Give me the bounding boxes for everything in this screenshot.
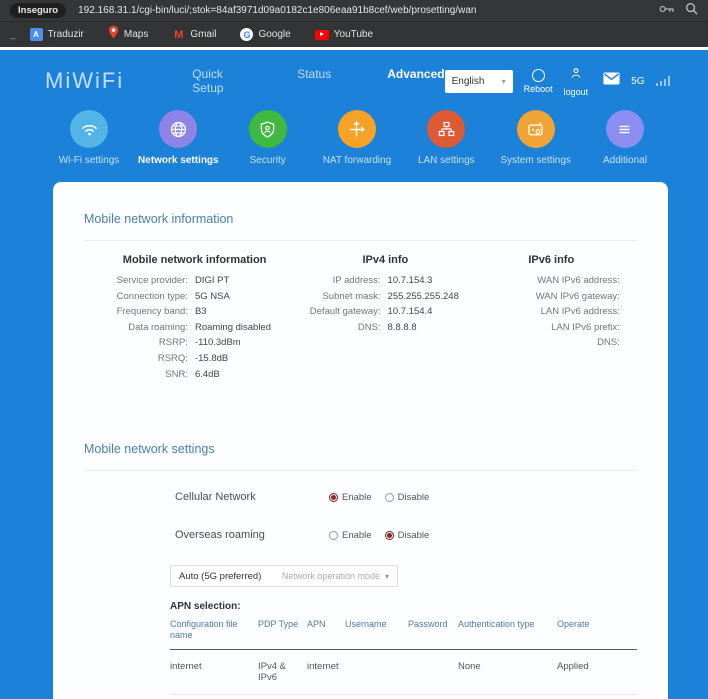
apn-table: Configuration file name PDP Type APN Use… <box>170 612 637 695</box>
info-row: WAN IPv6 address: <box>537 275 620 286</box>
gmail-icon: M <box>174 28 184 41</box>
info-row: SNR: 6.4dB <box>165 368 220 380</box>
tab-lan-settings[interactable]: LAN settings <box>405 110 487 166</box>
url-bar[interactable]: Inseguro 192.168.31.1/cgi-bin/luci/;stok… <box>0 0 708 21</box>
youtube-icon <box>314 29 329 40</box>
chevron-down-icon: ▾ <box>384 571 389 581</box>
bookmark-youtube[interactable]: YouTube <box>314 29 373 40</box>
network-type-badge: 5G <box>631 75 645 87</box>
divider <box>84 240 637 241</box>
roaming-enable-radio[interactable] <box>329 530 338 540</box>
info-row: DNS: <box>597 337 620 349</box>
translate-icon: A <box>29 28 43 41</box>
ipv6-info-column: IPv6 info WAN IPv6 address: WAN IPv6 gat… <box>466 254 637 382</box>
globe-icon <box>159 110 198 148</box>
info-row: WAN IPv6 gateway: <box>535 290 620 302</box>
cellular-enable-radio[interactable] <box>329 492 338 502</box>
network-mode-select[interactable]: Auto (5G preferred) Network operation mo… <box>170 565 398 588</box>
chevron-down-icon: ▾ <box>501 76 506 86</box>
bookmark-gmail[interactable]: M Gmail <box>172 28 216 41</box>
info-row: IP address: 10.7.154.3 <box>332 275 433 286</box>
info-row: Data roaming: Roaming disabled <box>128 321 271 333</box>
tab-security[interactable]: Security <box>227 110 309 166</box>
router-gear-icon <box>516 110 555 148</box>
language-select[interactable]: English ▾ <box>444 69 513 93</box>
miwifi-logo: MiWiFi <box>45 68 125 93</box>
overseas-roaming-row: Overseas roaming Enable Disable <box>175 529 430 542</box>
tab-nat-forwarding[interactable]: NAT forwarding <box>316 110 398 166</box>
zoom-search-icon[interactable] <box>685 2 698 20</box>
info-row: Frequency band: B3 <box>116 306 207 318</box>
bookmark-google[interactable]: G Google <box>240 28 291 41</box>
cellular-network-row: Cellular Network Enable Disable <box>175 491 430 504</box>
router-admin-page: MiWiFi Quick Setup Status Advanced Engli… <box>0 47 708 699</box>
overseas-roaming-label: Overseas roaming <box>175 529 265 542</box>
tab-wifi-settings[interactable]: Wi-Fi settings <box>48 110 130 166</box>
bookmark-maps[interactable]: Maps <box>108 25 148 44</box>
reboot-button[interactable]: Reboot <box>524 68 553 94</box>
bookmarks-bar: _ A Traduzir Maps M Gmail G Google YouTu… <box>0 21 708 47</box>
mail-icon[interactable] <box>603 72 620 90</box>
apn-table-header: Configuration file name PDP Type APN Use… <box>170 612 637 650</box>
divider <box>84 470 637 472</box>
lan-tree-icon <box>427 110 466 148</box>
wifi-icon <box>70 110 108 148</box>
info-row: LAN IPv6 prefix: <box>551 321 620 333</box>
map-pin-icon <box>108 25 119 44</box>
signal-strength-icon <box>655 76 670 86</box>
mobile-info-column: Mobile network information Service provi… <box>84 254 305 382</box>
logout-button[interactable]: logout <box>564 66 588 97</box>
site-header: MiWiFi Quick Setup Status Advanced Engli… <box>0 50 708 100</box>
password-key-icon[interactable] <box>659 2 675 20</box>
info-row: LAN IPv6 address: <box>540 306 620 318</box>
roaming-disable-radio[interactable] <box>384 530 394 540</box>
settings-icon-nav: Wi-Fi settings Network settings Security… <box>0 100 708 182</box>
nav-status[interactable]: Status <box>297 67 331 95</box>
cellular-disable-radio[interactable] <box>384 492 394 502</box>
tab-network-settings[interactable]: Network settings <box>137 110 219 166</box>
cellular-network-label: Cellular Network <box>175 491 256 504</box>
content-card: Mobile network information Mobile networ… <box>53 182 668 699</box>
apn-row-status: Applied <box>557 660 589 672</box>
menu-lines-icon <box>605 110 644 148</box>
security-badge[interactable]: Inseguro <box>10 3 67 18</box>
google-icon: G <box>240 28 254 41</box>
info-row: RSRQ: -15.8dB <box>157 352 229 364</box>
browser-chrome: Inseguro 192.168.31.1/cgi-bin/luci/;stok… <box>0 0 708 47</box>
info-row: DNS: 8.8.8.8 <box>357 321 417 333</box>
nav-advanced[interactable]: Advanced <box>387 67 444 95</box>
info-row: RSRP: -110.3dBm <box>158 337 241 349</box>
settings-section-title: Mobile network settings <box>84 442 215 457</box>
person-icon <box>569 66 583 85</box>
info-row: Service provider: DIGI PT <box>116 275 230 286</box>
ipv4-info-column: IPv4 info IP address: 10.7.154.3 Subnet m… <box>305 254 465 382</box>
info-row: Subnet mask: 255.255.255.248 <box>322 290 459 302</box>
tab-system-settings[interactable]: System settings <box>495 110 577 166</box>
crossing-arrows-icon <box>337 110 376 148</box>
nav-quick-setup[interactable]: Quick Setup <box>192 67 241 95</box>
address-url[interactable]: 192.168.31.1/cgi-bin/luci/;stok=84af3971… <box>78 5 659 16</box>
apn-table-row[interactable]: internet IPv4 & IPv6 internet None Appli… <box>170 650 637 695</box>
info-row: Connection type: 5G NSA <box>116 290 230 302</box>
column-heading: Mobile network information <box>122 254 267 266</box>
tab-additional[interactable]: Additional <box>584 110 666 166</box>
bookmark-traduzir[interactable]: A Traduzir <box>29 28 84 41</box>
info-row: Default gateway: 10.7.154.4 <box>309 306 433 318</box>
info-section-title: Mobile network information <box>84 212 234 226</box>
network-info-panel: Mobile network information Service provi… <box>84 254 637 382</box>
apn-selection-label: APN selection: <box>170 601 241 613</box>
bookmark-overflow-dash: _ <box>10 29 16 40</box>
column-heading: IPv6 info <box>528 254 575 266</box>
reboot-icon <box>531 68 545 82</box>
shield-icon <box>248 110 287 148</box>
main-nav: Quick Setup Status Advanced <box>192 67 444 95</box>
column-heading: IPv4 info <box>362 254 409 266</box>
